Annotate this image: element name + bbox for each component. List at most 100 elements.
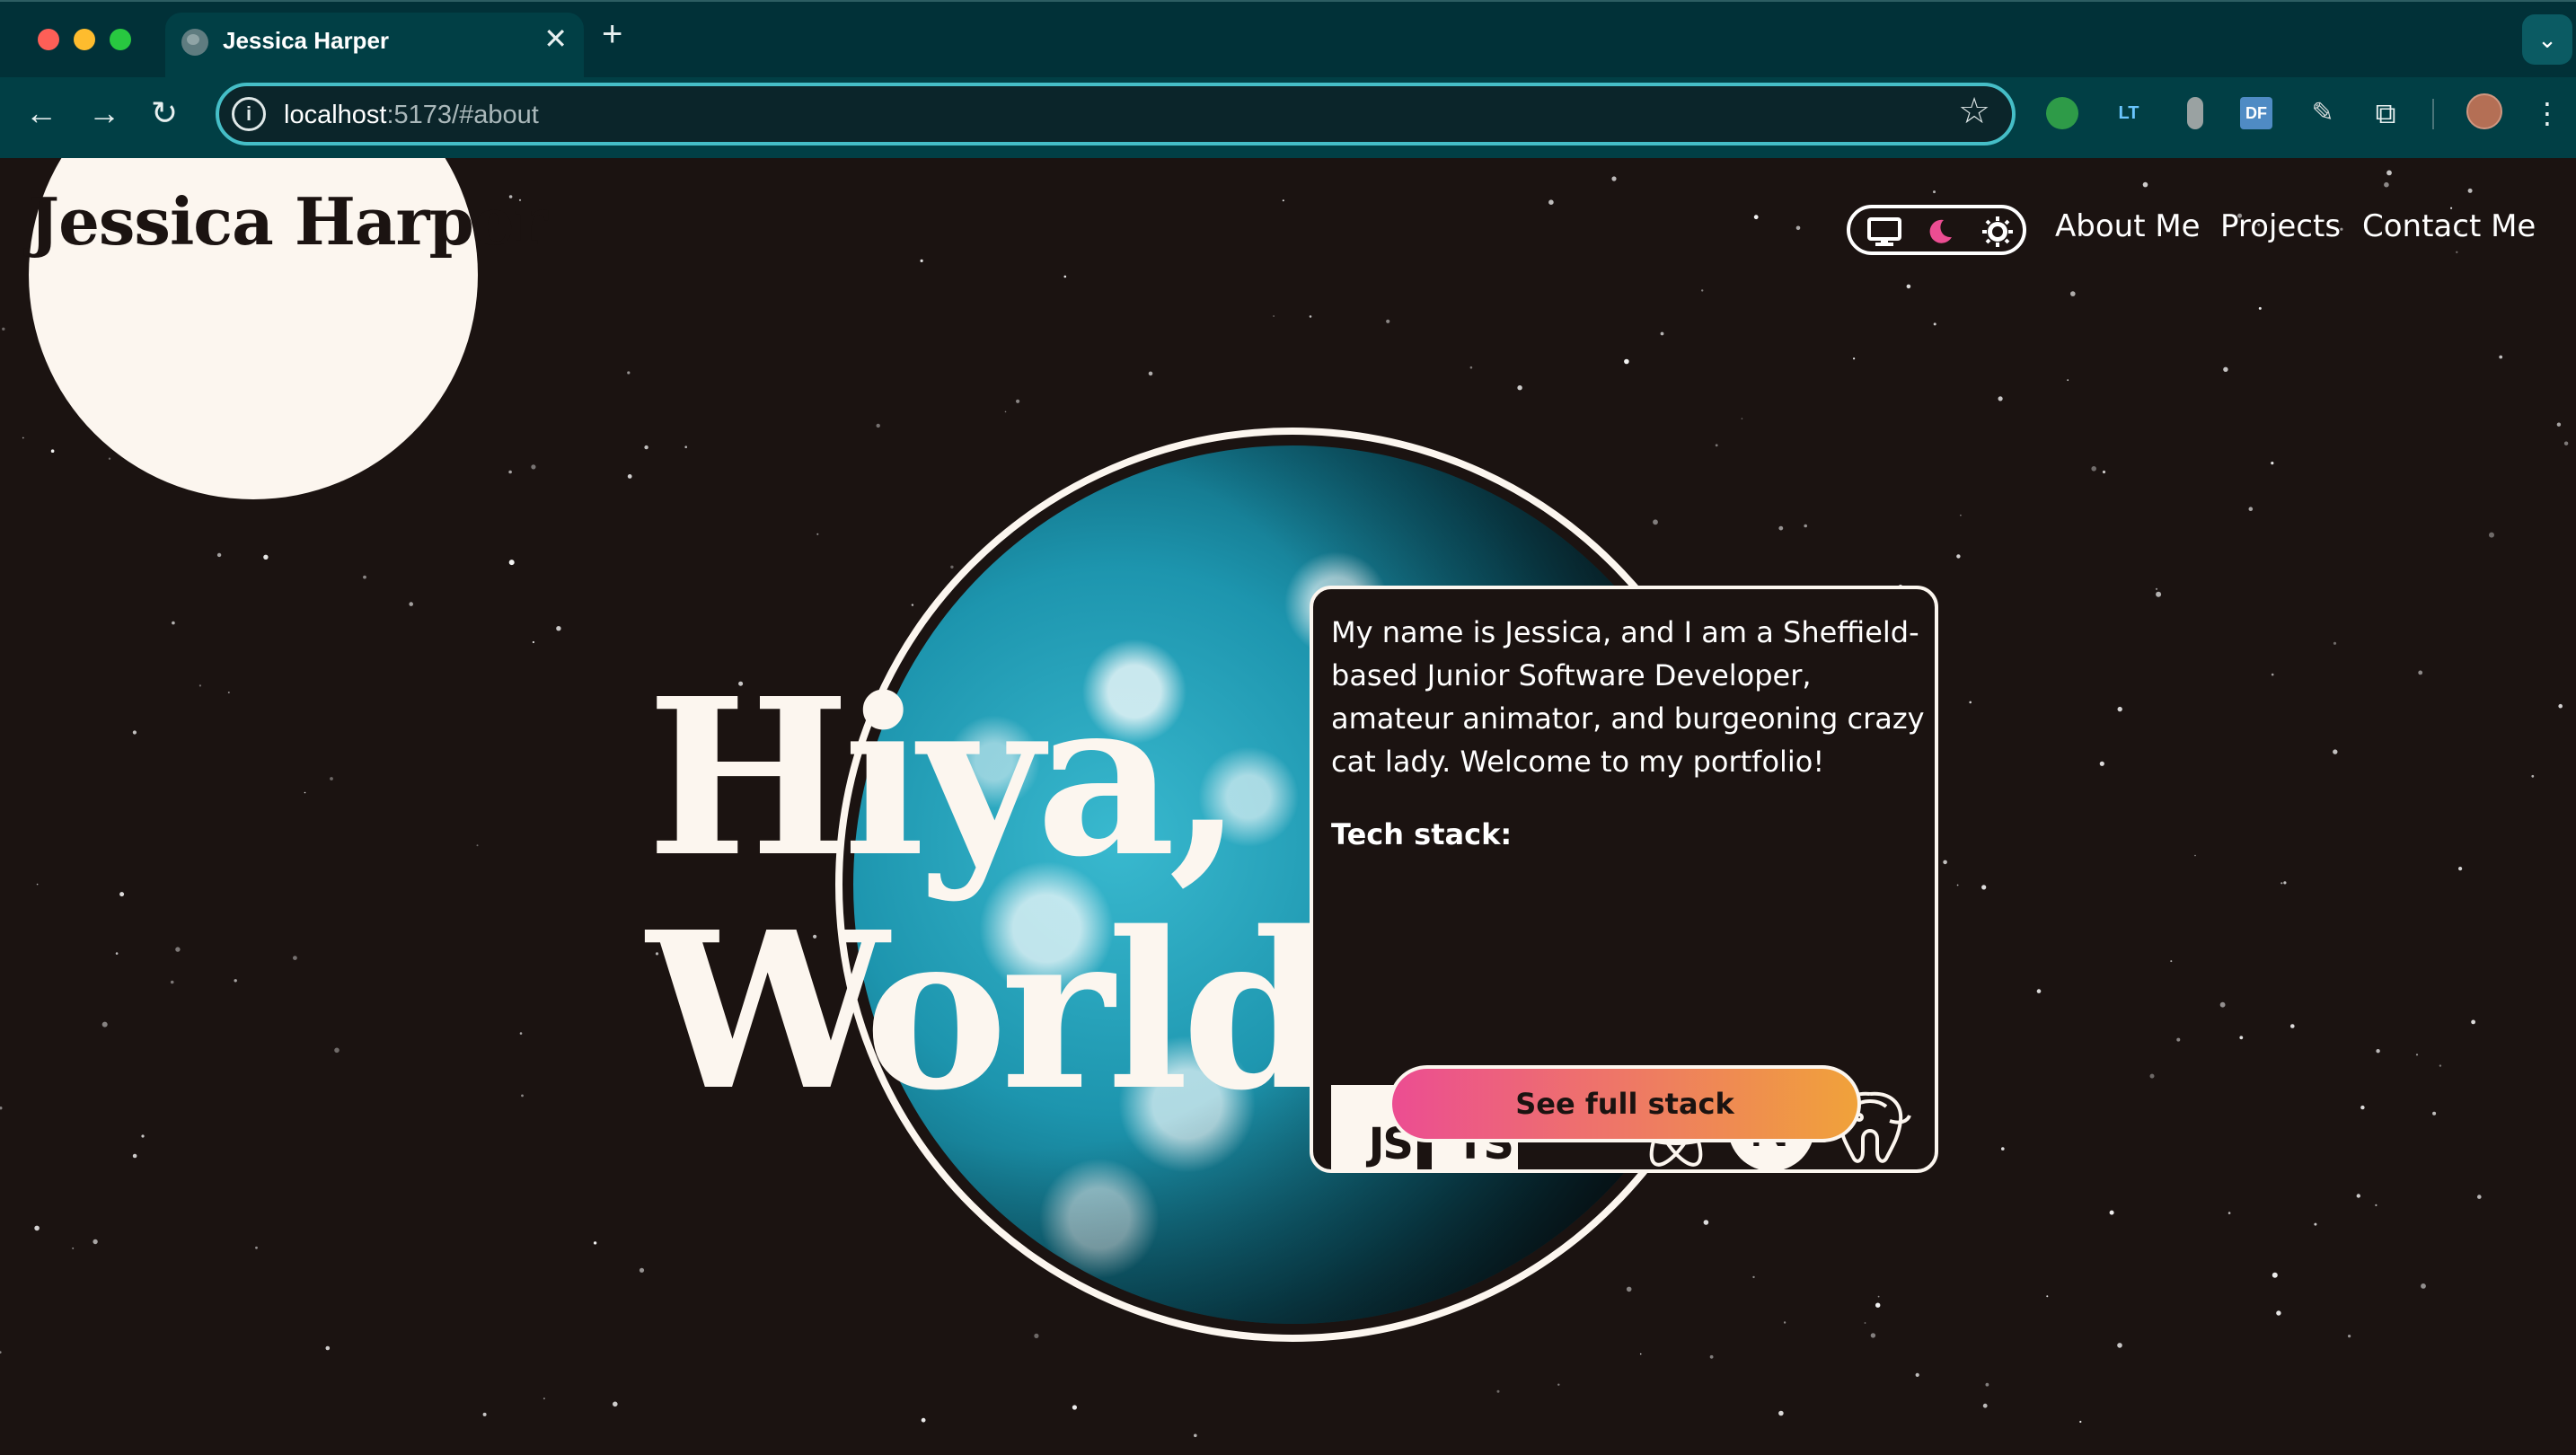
star — [613, 1401, 618, 1407]
star — [330, 777, 333, 780]
star — [2272, 1272, 2278, 1278]
star — [2439, 1064, 2442, 1067]
kebab-menu-icon[interactable]: ⋮ — [2533, 97, 2562, 129]
forward-arrow-icon[interactable]: → — [88, 95, 120, 131]
tech-stack-title: Tech stack: — [1331, 817, 1513, 851]
star — [108, 457, 111, 460]
eyedropper-extension-icon[interactable]: ✎ — [2307, 97, 2339, 129]
star — [216, 552, 222, 558]
df-extension-icon[interactable]: DF — [2240, 97, 2272, 129]
star — [132, 730, 137, 735]
star — [1853, 357, 1856, 360]
star — [1496, 1389, 1500, 1393]
url-text[interactable]: localhost:5173/#about — [284, 101, 539, 130]
star — [1273, 315, 1275, 317]
close-window-button[interactable] — [38, 29, 59, 50]
site-logo[interactable]: Jessica Harper — [29, 183, 548, 260]
hero-heading-line-2: World — [647, 885, 1332, 1138]
maximize-window-button[interactable] — [110, 29, 131, 50]
star — [2102, 470, 2106, 474]
star — [2356, 1194, 2360, 1198]
star — [1943, 860, 1947, 865]
bookmark-star-icon[interactable]: ☆ — [1958, 93, 1990, 129]
star — [1386, 319, 1390, 323]
see-full-stack-button[interactable]: See full stack — [1389, 1065, 1861, 1142]
about-card: My name is Jessica, and I am a Sheffield… — [1310, 586, 1938, 1173]
star — [521, 1094, 524, 1098]
star — [172, 621, 175, 625]
tab-jessica-harper[interactable]: Jessica Harper ✕ — [165, 13, 584, 79]
star — [508, 470, 512, 474]
star — [2046, 1295, 2049, 1298]
star — [132, 1153, 137, 1159]
star — [627, 371, 631, 375]
star — [2070, 291, 2076, 296]
star — [170, 980, 174, 984]
star — [639, 1267, 645, 1273]
star — [2314, 1222, 2317, 1226]
extensions-puzzle-icon[interactable]: ⧉ — [2369, 97, 2402, 129]
star — [2386, 170, 2392, 176]
star — [2348, 1335, 2351, 1338]
minimize-window-button[interactable] — [74, 29, 95, 50]
star — [2099, 761, 2104, 766]
sun-icon[interactable] — [1981, 216, 2014, 248]
bio-text: My name is Jessica, and I am a Sheffield… — [1331, 615, 1925, 779]
star — [141, 1134, 145, 1138]
theme-toggle[interactable] — [1847, 205, 2026, 255]
address-bar[interactable]: i localhost:5173/#about ☆ — [216, 83, 2016, 146]
monitor-icon[interactable] — [1866, 216, 1902, 247]
star — [1753, 215, 1759, 220]
star — [1653, 519, 1658, 525]
star — [1969, 701, 1972, 704]
star — [1709, 1354, 1714, 1359]
nav-about-me[interactable]: About Me — [2055, 208, 2201, 244]
back-arrow-icon[interactable]: ← — [25, 95, 57, 131]
star — [325, 1345, 331, 1351]
star — [2290, 1024, 2295, 1028]
star — [22, 436, 24, 439]
star — [2375, 1204, 2378, 1206]
star — [1194, 1433, 1197, 1438]
evernote-extension-icon[interactable] — [2046, 97, 2078, 129]
star — [644, 445, 648, 450]
nav-contact-me[interactable]: Contact Me — [2362, 208, 2536, 244]
star — [1998, 396, 2003, 401]
star — [1877, 1295, 1880, 1298]
nav-projects[interactable]: Projects — [2220, 208, 2341, 244]
star — [2228, 1212, 2231, 1214]
star — [2109, 1210, 2114, 1215]
star — [1982, 1403, 1988, 1408]
star — [1624, 358, 1629, 365]
star — [2333, 749, 2338, 754]
star — [1933, 322, 1936, 326]
new-tab-button[interactable]: + — [602, 16, 622, 52]
site-info-icon[interactable]: i — [232, 97, 266, 131]
tab-close-icon[interactable]: ✕ — [543, 22, 568, 56]
star — [1981, 885, 1987, 890]
star — [1660, 331, 1664, 336]
star — [911, 604, 914, 606]
chevron-down-icon[interactable]: ⌄ — [2522, 14, 2572, 65]
star — [2067, 379, 2069, 382]
languagetool-extension-icon[interactable]: LT — [2113, 97, 2145, 129]
star — [2467, 188, 2473, 193]
extension-icon[interactable] — [2187, 97, 2203, 129]
moon-icon[interactable] — [1926, 217, 1954, 246]
star — [921, 1417, 926, 1423]
star — [1795, 225, 1801, 231]
star — [93, 1239, 98, 1245]
star — [816, 533, 819, 535]
star — [2142, 181, 2148, 188]
profile-avatar[interactable] — [2466, 93, 2502, 129]
star — [2001, 1147, 2005, 1151]
star — [34, 1225, 40, 1231]
star — [2155, 587, 2158, 590]
star — [50, 449, 55, 454]
star — [1783, 1321, 1786, 1324]
star — [119, 892, 125, 897]
reload-icon[interactable]: ↻ — [151, 95, 178, 131]
star — [2360, 1105, 2365, 1110]
star — [950, 565, 954, 569]
star — [1778, 1410, 1784, 1416]
